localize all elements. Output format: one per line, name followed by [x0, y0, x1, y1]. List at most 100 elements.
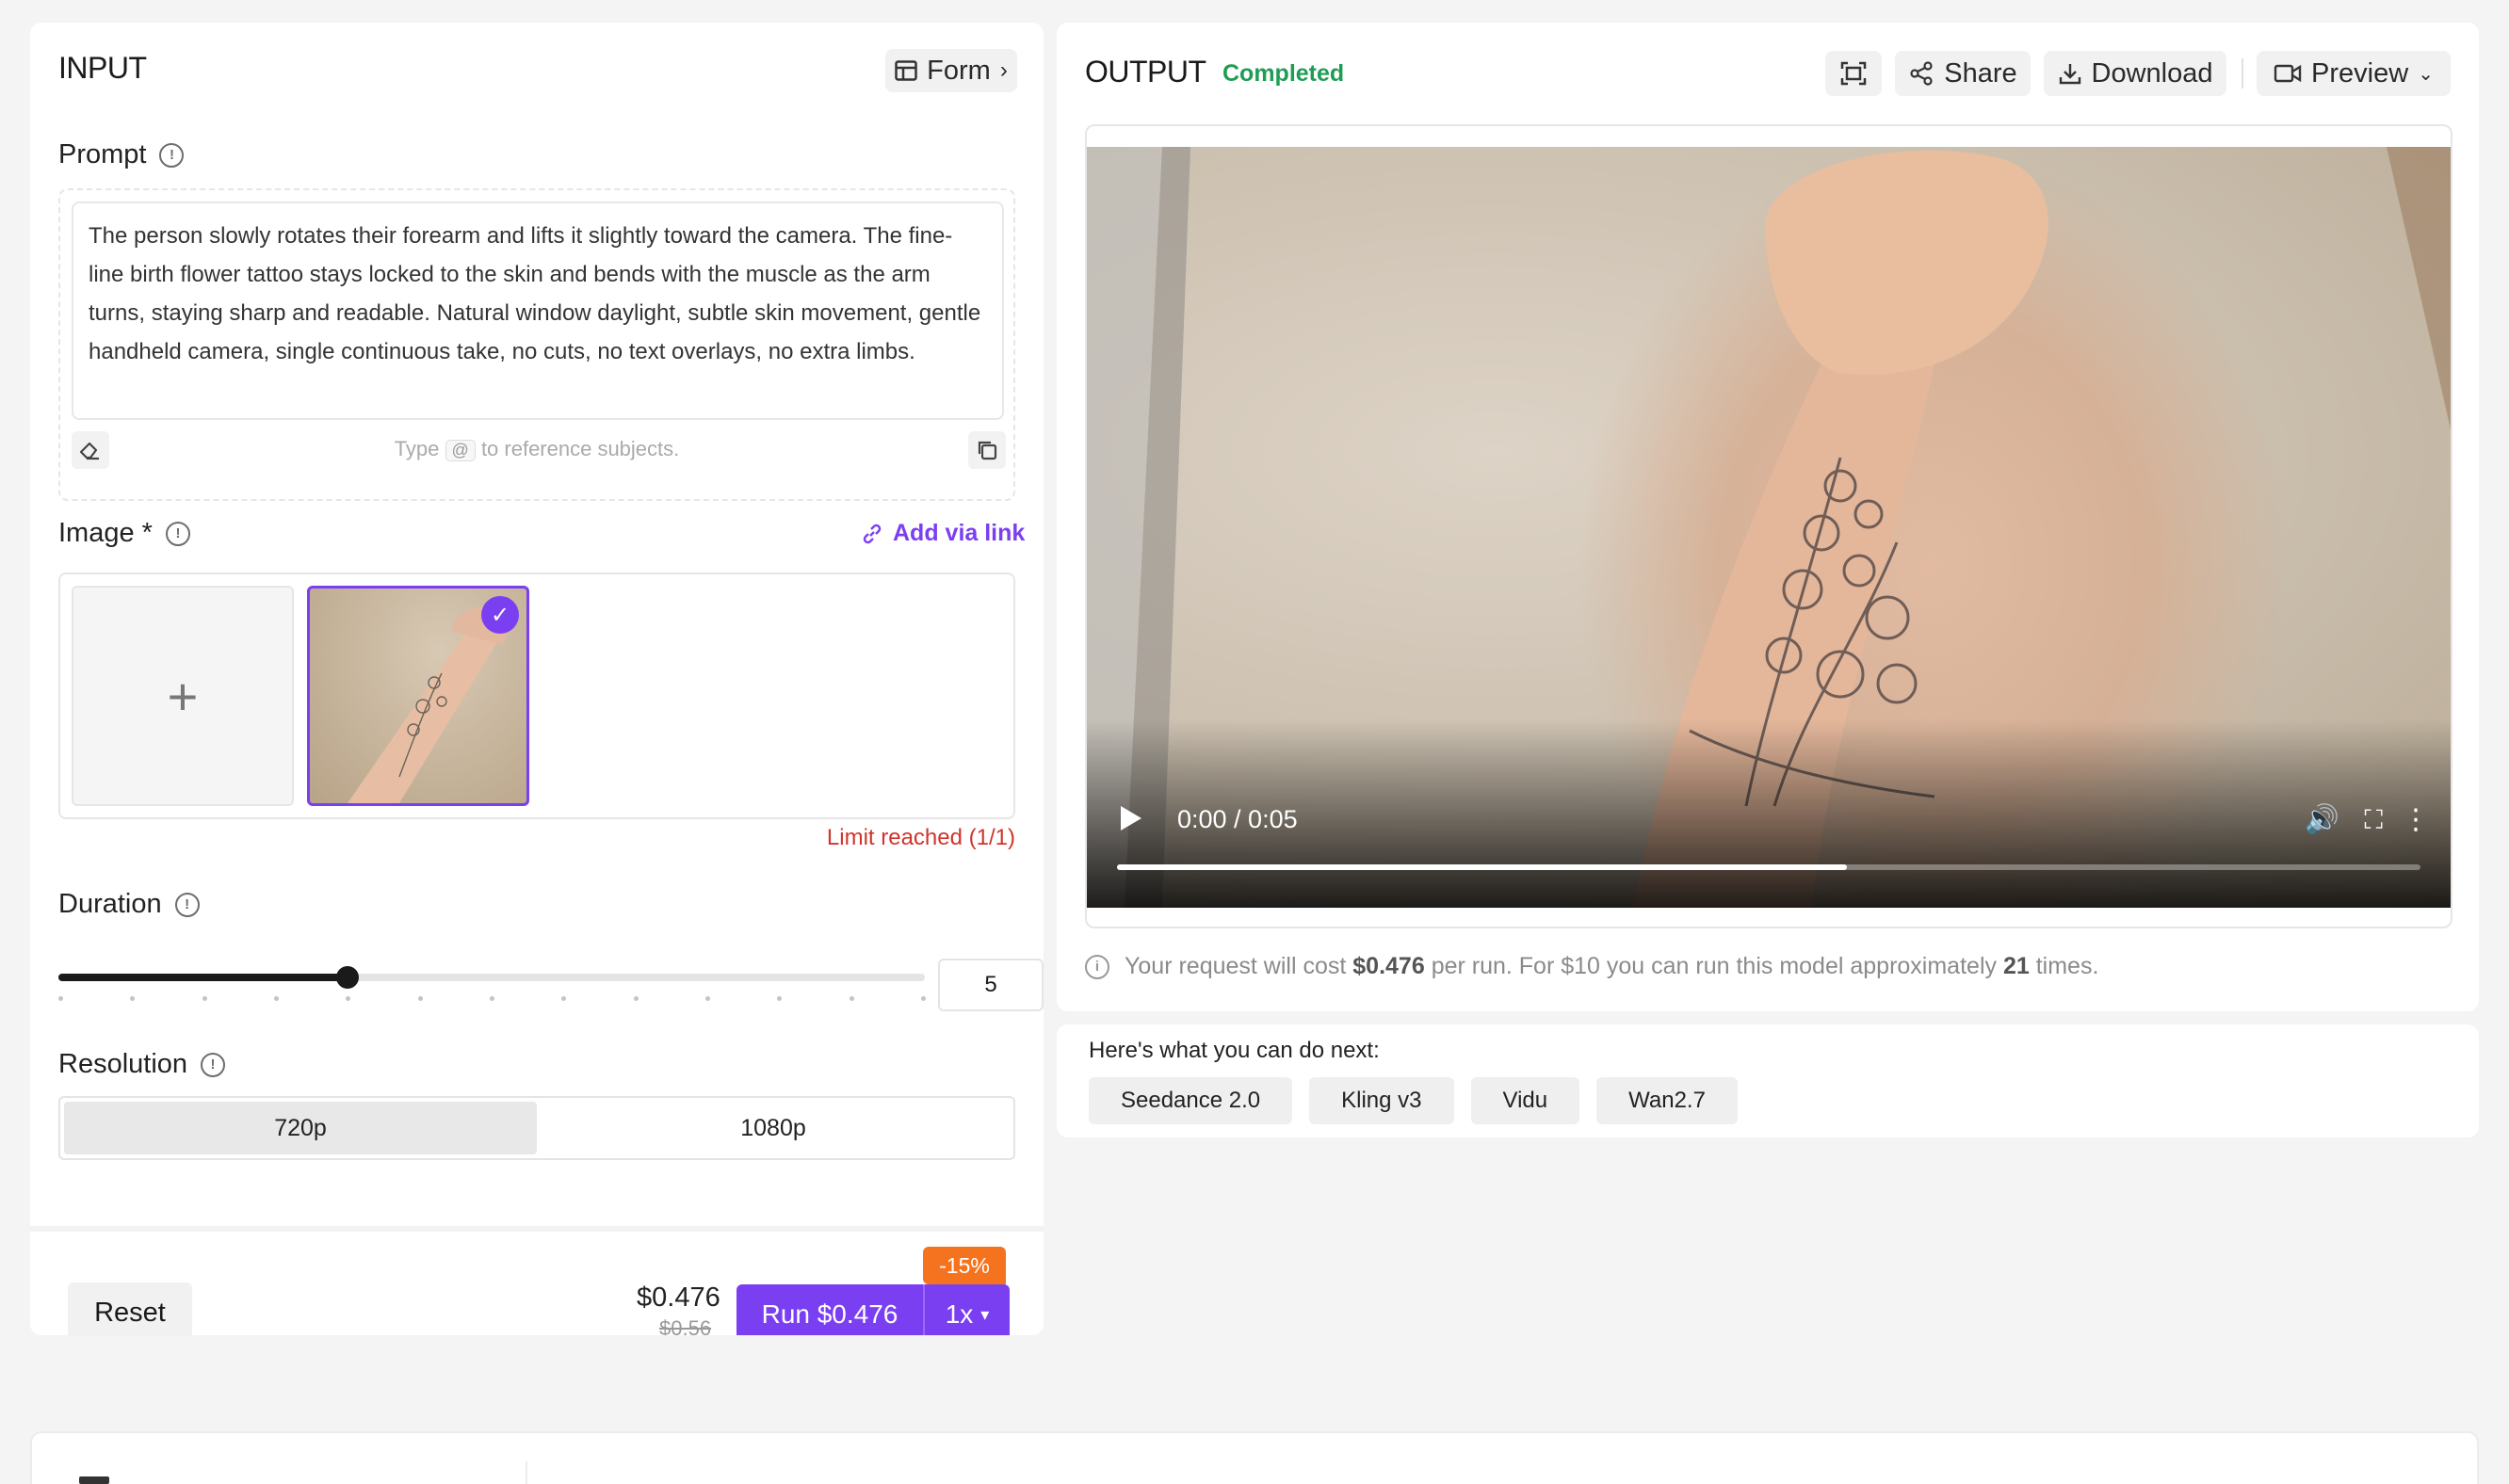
video-player[interactable]: 0:00 / 0:05 🔊 ⛶ ⋮: [1085, 124, 2452, 928]
eraser-icon[interactable]: [72, 431, 109, 469]
resolution-label-row: Resolution !: [58, 1049, 226, 1080]
cost-price: $0.476: [1352, 953, 1425, 979]
chevron-right-icon: ›: [999, 57, 1008, 83]
video-frame[interactable]: 0:00 / 0:05 🔊 ⛶ ⋮: [1087, 147, 2451, 908]
next-actions-panel: Here's what you can do next: Seedance 2.…: [1057, 1024, 2479, 1137]
preview-label: Preview: [2311, 57, 2409, 89]
status-badge: Completed: [1222, 60, 1345, 87]
duration-tick: [633, 996, 639, 1001]
share-label: Share: [1944, 57, 2017, 89]
form-toggle-label: Form: [927, 55, 991, 86]
duration-label: Duration: [58, 889, 162, 919]
video-progress-bar[interactable]: [1117, 864, 2420, 870]
info-icon[interactable]: !: [159, 142, 185, 168]
next-actions-list: Seedance 2.0 Kling v3 Vidu Wan2.7: [1089, 1077, 1738, 1124]
volume-icon[interactable]: 🔊: [2305, 803, 2339, 836]
duration-tick: [202, 996, 207, 1001]
output-title: OUTPUT: [1085, 55, 1206, 89]
next-chip-wan[interactable]: Wan2.7: [1596, 1077, 1738, 1124]
download-icon: [2059, 64, 2080, 85]
link-icon: [863, 524, 882, 543]
fullscreen-icon[interactable]: ⛶: [2364, 805, 2383, 836]
resolution-option-1080p[interactable]: 1080p: [537, 1102, 1010, 1154]
duration-tick: [58, 996, 63, 1001]
duration-tick: [561, 996, 567, 1001]
copy-icon[interactable]: [968, 431, 1006, 469]
table-icon: [895, 60, 917, 81]
share-icon: [1910, 61, 1933, 86]
duration-slider-fill: [58, 974, 348, 981]
resolution-option-720p[interactable]: 720p: [64, 1102, 537, 1154]
upload-image-button[interactable]: +: [72, 586, 294, 806]
run-button[interactable]: Run $0.476: [737, 1284, 923, 1335]
next-actions-title: Here's what you can do next:: [1089, 1038, 1380, 1063]
next-chip-seedance[interactable]: Seedance 2.0: [1089, 1077, 1293, 1124]
output-panel: OUTPUT Completed Share Download Preview …: [1057, 23, 2479, 1011]
form-toggle-button[interactable]: Form ›: [885, 49, 1017, 92]
prompt-label-row: Prompt !: [58, 139, 185, 170]
chevron-down-icon: ⌄: [2418, 63, 2434, 85]
duration-tick: [705, 996, 710, 1001]
video-progress-fill: [1117, 864, 1848, 870]
input-footer: Reset $0.476 $0.56 Run $0.476 1x ▾ -15%: [30, 1226, 1044, 1335]
duration-tick: [346, 996, 351, 1001]
prompt-container: The person slowly rotates their forearm …: [58, 188, 1015, 501]
prompt-hint-prefix: Type: [394, 437, 440, 460]
run-multiplier-dropdown[interactable]: 1x ▾: [923, 1284, 1010, 1335]
resolution-label: Resolution: [58, 1049, 188, 1079]
duration-tick: [417, 996, 423, 1001]
menu-icon[interactable]: [79, 1476, 109, 1484]
info-icon: i: [1085, 954, 1109, 979]
reset-button[interactable]: Reset: [68, 1282, 192, 1335]
cost-middle: per run. For $10 you can run this model …: [1431, 953, 1997, 979]
check-icon: ✓: [481, 596, 519, 634]
prompt-textarea[interactable]: The person slowly rotates their forearm …: [72, 202, 1004, 420]
duration-slider[interactable]: [58, 966, 925, 989]
duration-tick: [130, 996, 136, 1001]
image-label-row: Image * !: [58, 518, 190, 549]
cost-count: 21: [2002, 953, 2030, 979]
next-chip-vidu[interactable]: Vidu: [1470, 1077, 1580, 1124]
info-icon[interactable]: !: [165, 521, 190, 546]
duration-tick: [921, 996, 926, 1001]
price-original: $0.56: [659, 1316, 712, 1335]
resolution-selector: 720p 1080p: [58, 1096, 1015, 1160]
fit-screen-icon: [1840, 61, 1867, 86]
duration-input[interactable]: 5: [938, 959, 1044, 1011]
plus-icon: +: [167, 666, 199, 726]
price-current: $0.476: [637, 1282, 720, 1313]
video-time: 0:00 / 0:05: [1177, 805, 1298, 833]
uploaded-image-thumbnail[interactable]: ✓: [307, 586, 529, 806]
duration-slider-thumb[interactable]: [335, 966, 359, 989]
input-title: INPUT: [58, 51, 147, 85]
next-chip-kling[interactable]: Kling v3: [1309, 1077, 1454, 1124]
info-icon[interactable]: !: [201, 1052, 226, 1077]
preview-dropdown[interactable]: Preview ⌄: [2257, 51, 2451, 96]
prompt-hint-key: @: [445, 440, 476, 461]
share-button[interactable]: Share: [1895, 51, 2031, 96]
image-upload-area: + ✓: [58, 573, 1015, 819]
image-label: Image *: [58, 518, 153, 548]
prompt-label: Prompt: [58, 139, 147, 169]
download-button[interactable]: Download: [2044, 51, 2226, 96]
fit-screen-button[interactable]: [1825, 51, 1882, 96]
toolbar-divider: [2242, 58, 2243, 89]
more-options-icon[interactable]: ⋮: [2402, 803, 2430, 836]
input-panel: INPUT Form › Prompt ! The person slowly …: [30, 23, 1044, 1335]
duration-label-row: Duration !: [58, 889, 200, 920]
play-icon[interactable]: [1121, 806, 1141, 831]
info-icon[interactable]: !: [174, 892, 200, 917]
section-divider: [526, 1461, 527, 1484]
prompt-hint: Type @ to reference subjects.: [60, 437, 1013, 461]
bottom-section: [30, 1431, 2479, 1484]
run-multiplier-value: 1x: [945, 1299, 974, 1329]
download-label: Download: [2091, 57, 2213, 89]
duration-tick: [274, 996, 279, 1001]
add-via-link-button[interactable]: Add via link: [861, 520, 1025, 547]
duration-tick: [490, 996, 494, 1001]
video-camera-icon: [2274, 64, 2302, 83]
chevron-down-icon: ▾: [980, 1304, 990, 1324]
duration-tick: [849, 996, 854, 1001]
cost-suffix: times.: [2035, 953, 2099, 979]
discount-badge: -15%: [923, 1247, 1006, 1284]
